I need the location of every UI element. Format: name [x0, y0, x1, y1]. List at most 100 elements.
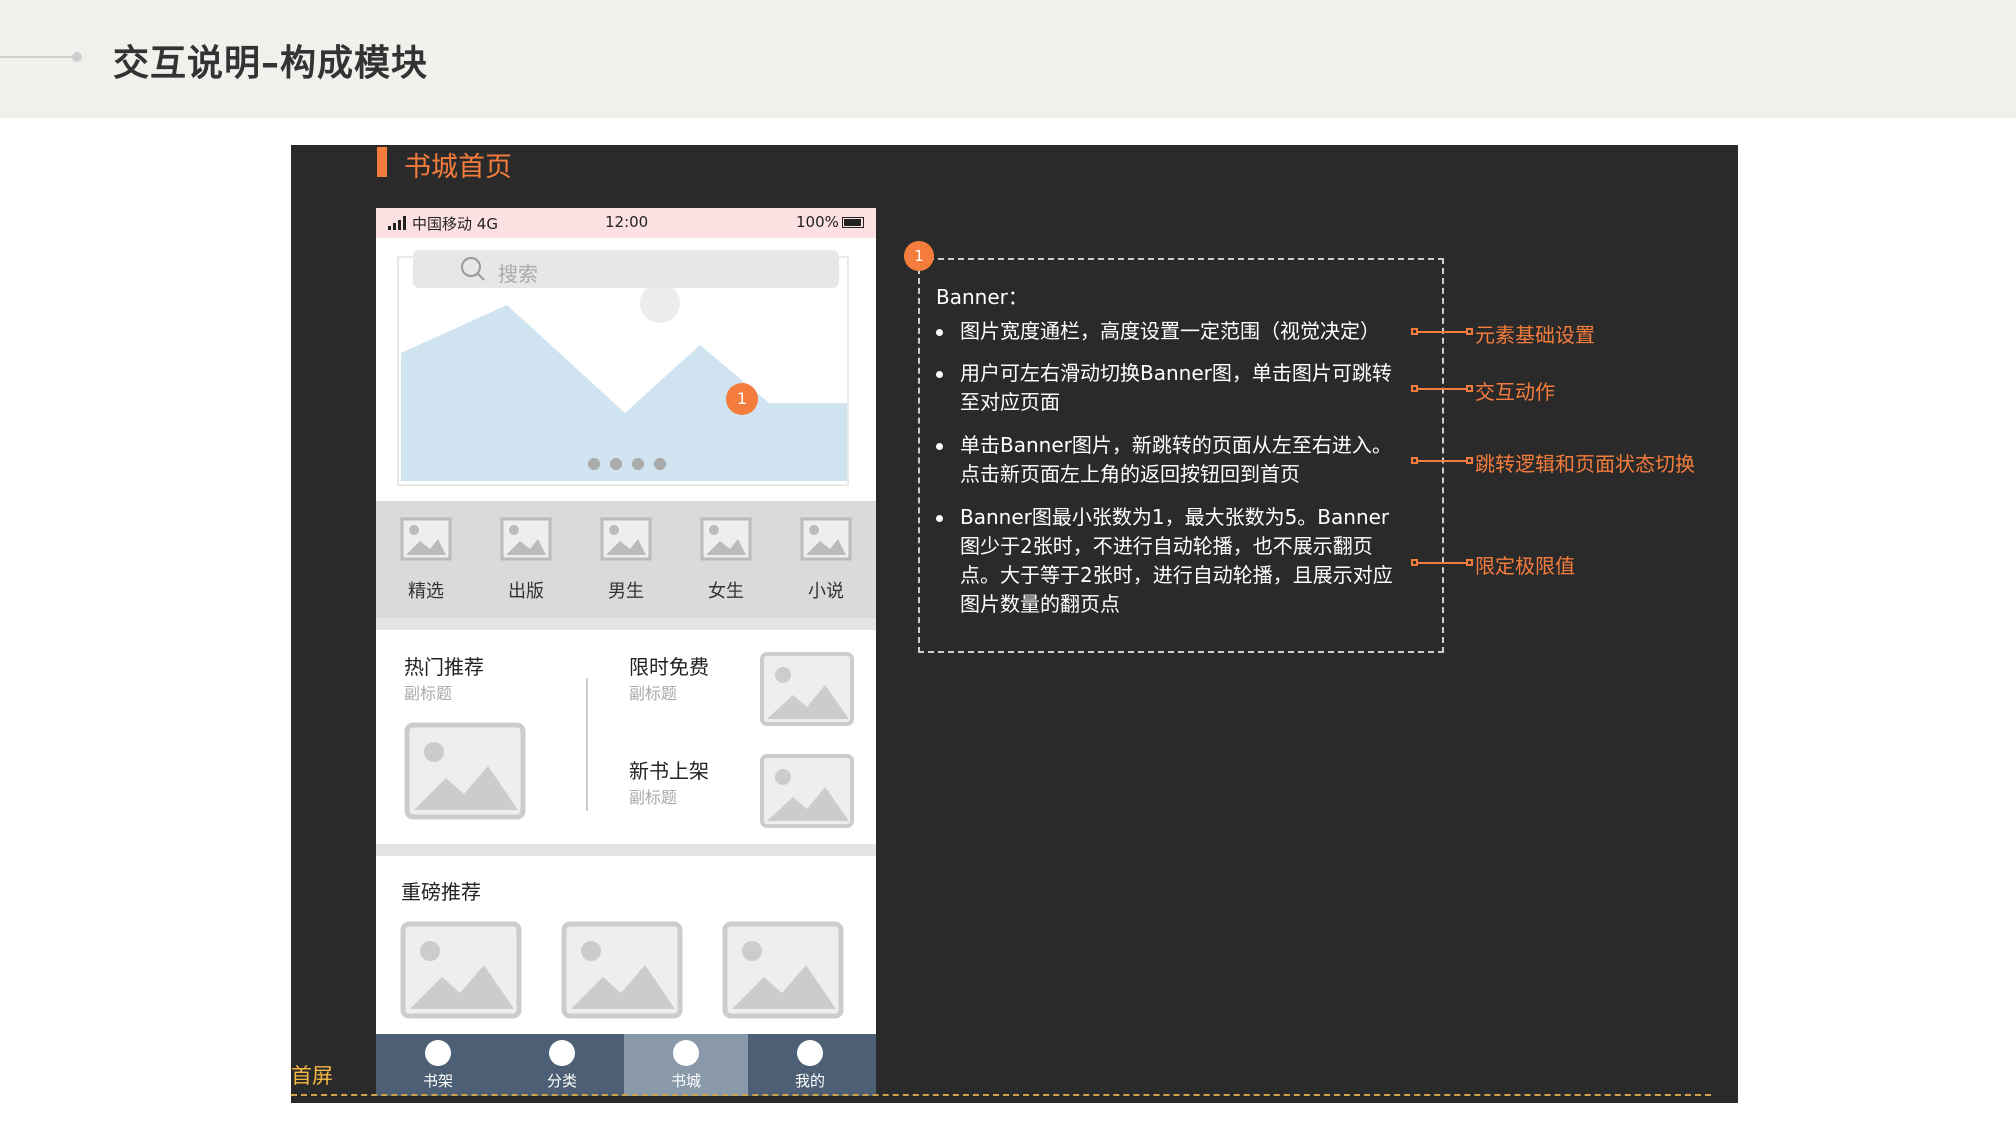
note-heading: Banner： — [936, 285, 1028, 309]
connector-end — [1466, 385, 1473, 392]
search-placeholder: 搜索 — [498, 262, 538, 286]
connector-end — [1466, 328, 1473, 335]
hot-image-placeholder-icon[interactable] — [404, 722, 526, 820]
quick-item-label: 出版 — [508, 581, 544, 602]
fold-label: 首屏 — [291, 1064, 333, 1088]
tab-label: 书城 — [670, 1072, 701, 1090]
connector-end — [1466, 559, 1473, 566]
quick-item-chuban[interactable]: 出版 — [496, 517, 556, 603]
phone-mockup: 中国移动 4G 12:00 100% 搜索 1 精选 出版 男生 女生 小说 热… — [376, 208, 876, 1096]
note-bullet-text: 用户可左右滑动切换Banner图，单击图片可跳转至对应页面 — [960, 361, 1392, 414]
tab-icon — [425, 1040, 451, 1066]
section-marker — [377, 147, 387, 177]
section-separator — [376, 618, 876, 630]
note-bullet: 用户可左右滑动切换Banner图，单击图片可跳转至对应页面 — [936, 359, 1406, 417]
featured-image-placeholder-icon[interactable] — [561, 921, 683, 1019]
quick-item-label: 精选 — [408, 581, 444, 602]
tab-icon — [549, 1040, 575, 1066]
tag-label: 元素基础设置 — [1475, 323, 1595, 347]
note-bullet-text: 单击Banner图片，新跳转的页面从左至右进入。点击新页面左上角的返回按钮回到首… — [960, 433, 1392, 486]
connector-line — [1418, 562, 1466, 564]
free-image-placeholder-icon[interactable] — [759, 651, 855, 727]
page-dot — [588, 458, 600, 470]
status-time: 12:00 — [605, 213, 649, 231]
page-dot — [654, 458, 666, 470]
connector-line — [1418, 388, 1466, 390]
note-bullet-text: 图片宽度通栏，高度设置一定范围（视觉决定） — [960, 319, 1380, 343]
free-title[interactable]: 限时免费 — [629, 651, 709, 680]
tab-bookshelf[interactable]: 书架 — [376, 1034, 500, 1096]
category-shortcuts: 精选 出版 男生 女生 小说 — [376, 501, 876, 618]
quick-item-nvsheng[interactable]: 女生 — [696, 517, 756, 603]
connector-start — [1411, 328, 1418, 335]
page-header: 交互说明–构成模块 — [0, 0, 2016, 118]
header-divider — [0, 56, 76, 58]
tab-bookstore[interactable]: 书城 — [624, 1034, 748, 1096]
featured-title: 重磅推荐 — [401, 880, 481, 904]
quick-item-label: 男生 — [608, 581, 644, 602]
connector-start — [1411, 457, 1418, 464]
hot-title[interactable]: 热门推荐 — [404, 651, 484, 680]
bullet-icon — [936, 515, 943, 522]
featured-image-placeholder-icon[interactable] — [400, 921, 522, 1019]
carrier-label: 中国移动 4G — [412, 215, 498, 233]
search-icon — [461, 257, 485, 281]
header-dot-icon — [72, 52, 82, 62]
bottom-tab-bar: 书架 分类 书城 我的 — [376, 1034, 876, 1096]
banner-image-placeholder-icon — [394, 253, 852, 489]
banner-badge: 1 — [726, 383, 758, 415]
image-placeholder-icon — [700, 517, 752, 561]
section-separator — [376, 844, 876, 856]
banner-page-dots[interactable] — [588, 458, 668, 472]
quick-item-xiaoshuo[interactable]: 小说 — [796, 517, 856, 603]
tab-label: 书架 — [422, 1072, 453, 1090]
tag-label: 限定极限值 — [1475, 554, 1575, 578]
featured-image-placeholder-icon[interactable] — [722, 921, 844, 1019]
tab-icon — [797, 1040, 823, 1066]
page-title: 交互说明–构成模块 — [113, 43, 429, 84]
banner-image[interactable] — [394, 253, 852, 489]
free-subtitle: 副标题 — [629, 684, 678, 703]
image-placeholder-icon — [400, 517, 452, 561]
quick-item-label: 小说 — [808, 581, 844, 602]
connector-start — [1411, 385, 1418, 392]
quick-item-label: 女生 — [708, 581, 744, 602]
note-bullet-text: Banner图最小张数为1，最大张数为5。Banner图少于2张时，不进行自动轮… — [960, 505, 1393, 616]
connector-line — [1418, 460, 1466, 462]
tab-icon — [673, 1040, 699, 1066]
newbook-subtitle: 副标题 — [629, 788, 678, 807]
column-divider — [586, 678, 588, 811]
signal-icon — [388, 216, 406, 230]
connector-start — [1411, 559, 1418, 566]
battery-percent: 100% — [796, 213, 839, 231]
page-dot — [632, 458, 644, 470]
quick-item-jingxuan[interactable]: 精选 — [396, 517, 456, 603]
image-placeholder-icon — [800, 517, 852, 561]
newbook-image-placeholder-icon[interactable] — [759, 753, 855, 829]
tab-label: 分类 — [546, 1072, 577, 1090]
hot-subtitle: 副标题 — [404, 684, 453, 703]
tab-mine[interactable]: 我的 — [748, 1034, 872, 1096]
tab-category[interactable]: 分类 — [500, 1034, 624, 1096]
connector-end — [1466, 457, 1473, 464]
page-dot — [610, 458, 622, 470]
note-bullet: 图片宽度通栏，高度设置一定范围（视觉决定） — [936, 317, 1406, 346]
tag-label: 跳转逻辑和页面状态切换 — [1475, 452, 1695, 476]
note-badge: 1 — [904, 241, 934, 271]
image-placeholder-icon — [500, 517, 552, 561]
battery-icon — [842, 217, 864, 228]
tag-label: 交互动作 — [1475, 380, 1555, 404]
tab-label: 我的 — [794, 1072, 825, 1090]
fold-line — [291, 1094, 1711, 1096]
connector-line — [1418, 331, 1466, 333]
annotation-canvas: 书城首页 中国移动 4G 12:00 100% 搜索 1 精选 出版 男生 女生… — [291, 145, 1738, 1103]
image-placeholder-icon — [600, 517, 652, 561]
bullet-icon — [936, 371, 943, 378]
note-bullet: Banner图最小张数为1，最大张数为5。Banner图少于2张时，不进行自动轮… — [936, 503, 1406, 619]
section-title: 书城首页 — [404, 152, 512, 183]
newbook-title[interactable]: 新书上架 — [629, 755, 709, 784]
bullet-icon — [936, 443, 943, 450]
status-bar: 中国移动 4G 12:00 100% — [376, 208, 876, 238]
bullet-icon — [936, 329, 943, 336]
quick-item-nansheng[interactable]: 男生 — [596, 517, 656, 603]
